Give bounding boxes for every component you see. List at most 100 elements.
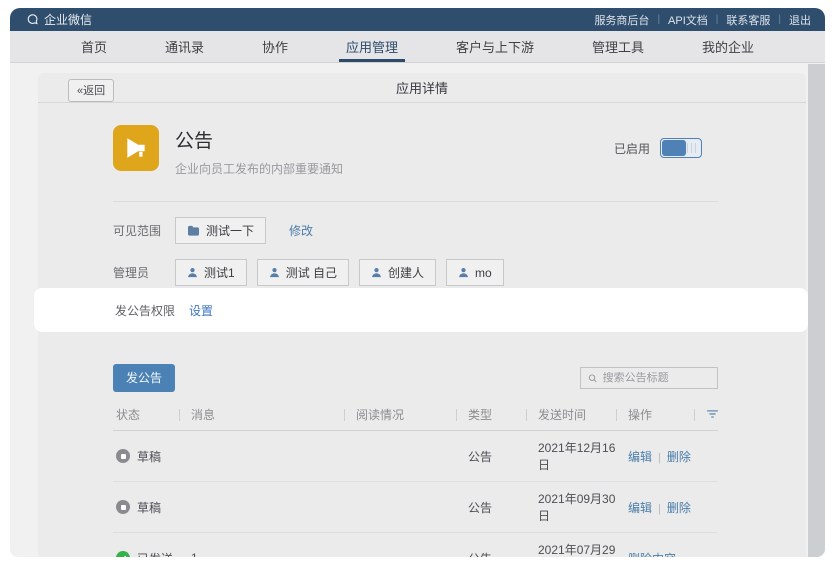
app-header: 公告 企业向员工发布的内部重要通知 已启用 bbox=[113, 121, 718, 202]
nav-item-2[interactable]: 协作 bbox=[262, 31, 288, 62]
table-row: 草稿 公告2021年09月30日编辑 | 删除 bbox=[113, 482, 718, 533]
app-description: 企业向员工发布的内部重要通知 bbox=[175, 160, 343, 177]
brand-name: 企业微信 bbox=[44, 11, 92, 28]
filter-col-cell bbox=[703, 482, 718, 533]
read-cell bbox=[353, 533, 465, 558]
filter-col-cell bbox=[703, 431, 718, 482]
visibility-row: 可见范围 测试一下 修改 bbox=[113, 217, 718, 244]
col-actions: 操作 bbox=[625, 399, 703, 431]
card-header: «返回 应用详情 bbox=[38, 73, 806, 103]
admin-tag-0: 测试1 bbox=[175, 259, 247, 286]
date-cell: 2021年07月29日 bbox=[535, 533, 625, 558]
page-title: 应用详情 bbox=[396, 78, 448, 97]
admin-tag-label: mo bbox=[475, 266, 492, 280]
status-label: 已启用 bbox=[614, 140, 650, 157]
status-text: 已发送 bbox=[137, 550, 173, 558]
filter-col-cell bbox=[703, 533, 718, 558]
nav-item-6[interactable]: 我的企业 bbox=[702, 31, 754, 62]
read-cell bbox=[353, 431, 465, 482]
topbar-separator: | bbox=[657, 14, 660, 25]
table-body: 草稿公告2021年12月16日编辑|删除草稿公告2021年09月30日编辑|删除… bbox=[113, 431, 718, 558]
visibility-tag: 测试一下 bbox=[175, 217, 266, 244]
page-area: «返回 应用详情 公告 企业向员工发布的内部重要通知 已启用 bbox=[10, 64, 825, 557]
modify-visibility-link[interactable]: 修改 bbox=[289, 222, 313, 239]
message-cell bbox=[188, 431, 353, 482]
type-cell: 公告 bbox=[465, 431, 535, 482]
scrollbar[interactable] bbox=[808, 64, 825, 557]
permission-label: 发公告权限 bbox=[115, 302, 175, 319]
topbar-separator: | bbox=[716, 14, 719, 25]
admin-tag-2: 创建人 bbox=[359, 259, 436, 286]
col-status: 状态 bbox=[113, 399, 188, 431]
person-icon bbox=[458, 267, 469, 278]
folder-icon bbox=[187, 225, 200, 236]
read-cell bbox=[353, 482, 465, 533]
topbar-links: 服务商后台 | API文档 | 联系客服 | 退出 bbox=[594, 12, 811, 28]
status-text: 草稿 bbox=[137, 499, 161, 516]
app-window: 企业微信 服务商后台 | API文档 | 联系客服 | 退出 首页 通讯录 协作 应用管理 客户与上… bbox=[10, 8, 825, 557]
app-status: 已启用 bbox=[614, 138, 702, 158]
date-cell: 2021年12月16日 bbox=[535, 431, 625, 482]
col-message: 消息 bbox=[188, 399, 353, 431]
admin-tags: 测试1 测试 自己 创建人 mo bbox=[175, 259, 514, 286]
table-row: 草稿 公告2021年12月16日编辑 | 删除 bbox=[113, 431, 718, 482]
nav-item-0[interactable]: 首页 bbox=[81, 31, 107, 62]
enabled-toggle[interactable] bbox=[660, 138, 702, 158]
message-cell bbox=[188, 482, 353, 533]
topbar-link-3[interactable]: 退出 bbox=[789, 12, 811, 28]
status-text: 草稿 bbox=[137, 448, 161, 465]
actions-cell: 删除内容 bbox=[625, 533, 703, 558]
nav-item-5[interactable]: 管理工具 bbox=[592, 31, 644, 62]
table-header-row: 状态 消息 阅读情况 类型 发送时间 操作 bbox=[113, 399, 718, 431]
admin-tag-1: 测试 自己 bbox=[257, 259, 349, 286]
draft-icon bbox=[116, 449, 130, 463]
action-link[interactable]: 删除 bbox=[667, 501, 691, 515]
back-button[interactable]: «返回 bbox=[68, 79, 114, 102]
topbar-link-1[interactable]: API文档 bbox=[668, 12, 708, 28]
search-box bbox=[580, 367, 718, 389]
action-link[interactable]: 删除 bbox=[667, 450, 691, 464]
type-cell: 公告 bbox=[465, 533, 535, 558]
main-nav: 首页 通讯录 协作 应用管理 客户与上下游 管理工具 我的企业 bbox=[10, 31, 825, 63]
app-name: 公告 bbox=[175, 126, 343, 153]
brand-logo[interactable]: 企业微信 bbox=[26, 11, 92, 28]
nav-item-1[interactable]: 通讯录 bbox=[165, 31, 204, 62]
action-link[interactable]: 编辑 bbox=[628, 501, 652, 515]
action-separator: | bbox=[658, 503, 661, 515]
admins-row: 管理员 测试1 测试 自己 创建人 mo bbox=[113, 259, 718, 286]
person-icon bbox=[269, 267, 280, 278]
col-read: 阅读情况 bbox=[353, 399, 465, 431]
action-separator: | bbox=[658, 452, 661, 464]
nav-item-4[interactable]: 客户与上下游 bbox=[456, 31, 534, 62]
new-announcement-button[interactable]: 发公告 bbox=[113, 364, 175, 392]
card-body: 公告 企业向员工发布的内部重要通知 已启用 可见范围 测试一下 bbox=[38, 103, 806, 286]
filter-icon[interactable] bbox=[703, 399, 718, 431]
admins-label: 管理员 bbox=[113, 264, 175, 281]
action-link[interactable]: 删除内容 bbox=[628, 552, 676, 558]
topbar-link-2[interactable]: 联系客服 bbox=[726, 12, 770, 28]
sent-icon bbox=[116, 551, 130, 557]
type-cell: 公告 bbox=[465, 482, 535, 533]
date-cell: 2021年09月30日 bbox=[535, 482, 625, 533]
search-input[interactable] bbox=[603, 372, 710, 384]
announcement-table: 状态 消息 阅读情况 类型 发送时间 操作 草稿公告2021年12月16日编辑|… bbox=[113, 399, 718, 557]
topbar: 企业微信 服务商后台 | API文档 | 联系客服 | 退出 bbox=[10, 8, 825, 31]
admin-tag-3: mo bbox=[446, 259, 504, 286]
permission-settings-link[interactable]: 设置 bbox=[189, 302, 213, 319]
chat-bubble-icon bbox=[26, 13, 39, 26]
nav-item-3[interactable]: 应用管理 bbox=[346, 31, 398, 62]
admin-tag-label: 测试 自己 bbox=[286, 264, 337, 281]
action-link[interactable]: 编辑 bbox=[628, 450, 652, 464]
megaphone-icon bbox=[113, 125, 159, 171]
announcement-toolbar: 发公告 bbox=[113, 364, 718, 392]
col-type: 类型 bbox=[465, 399, 535, 431]
col-date: 发送时间 bbox=[535, 399, 625, 431]
actions-cell: 编辑 | 删除 bbox=[625, 431, 703, 482]
admin-tag-label: 测试1 bbox=[204, 264, 235, 281]
person-icon bbox=[371, 267, 382, 278]
topbar-separator: | bbox=[778, 14, 781, 25]
visibility-tag-label: 测试一下 bbox=[206, 222, 254, 239]
topbar-link-0[interactable]: 服务商后台 bbox=[594, 12, 649, 28]
search-icon bbox=[588, 373, 598, 384]
permission-highlight-band: 发公告权限 设置 bbox=[34, 288, 808, 332]
